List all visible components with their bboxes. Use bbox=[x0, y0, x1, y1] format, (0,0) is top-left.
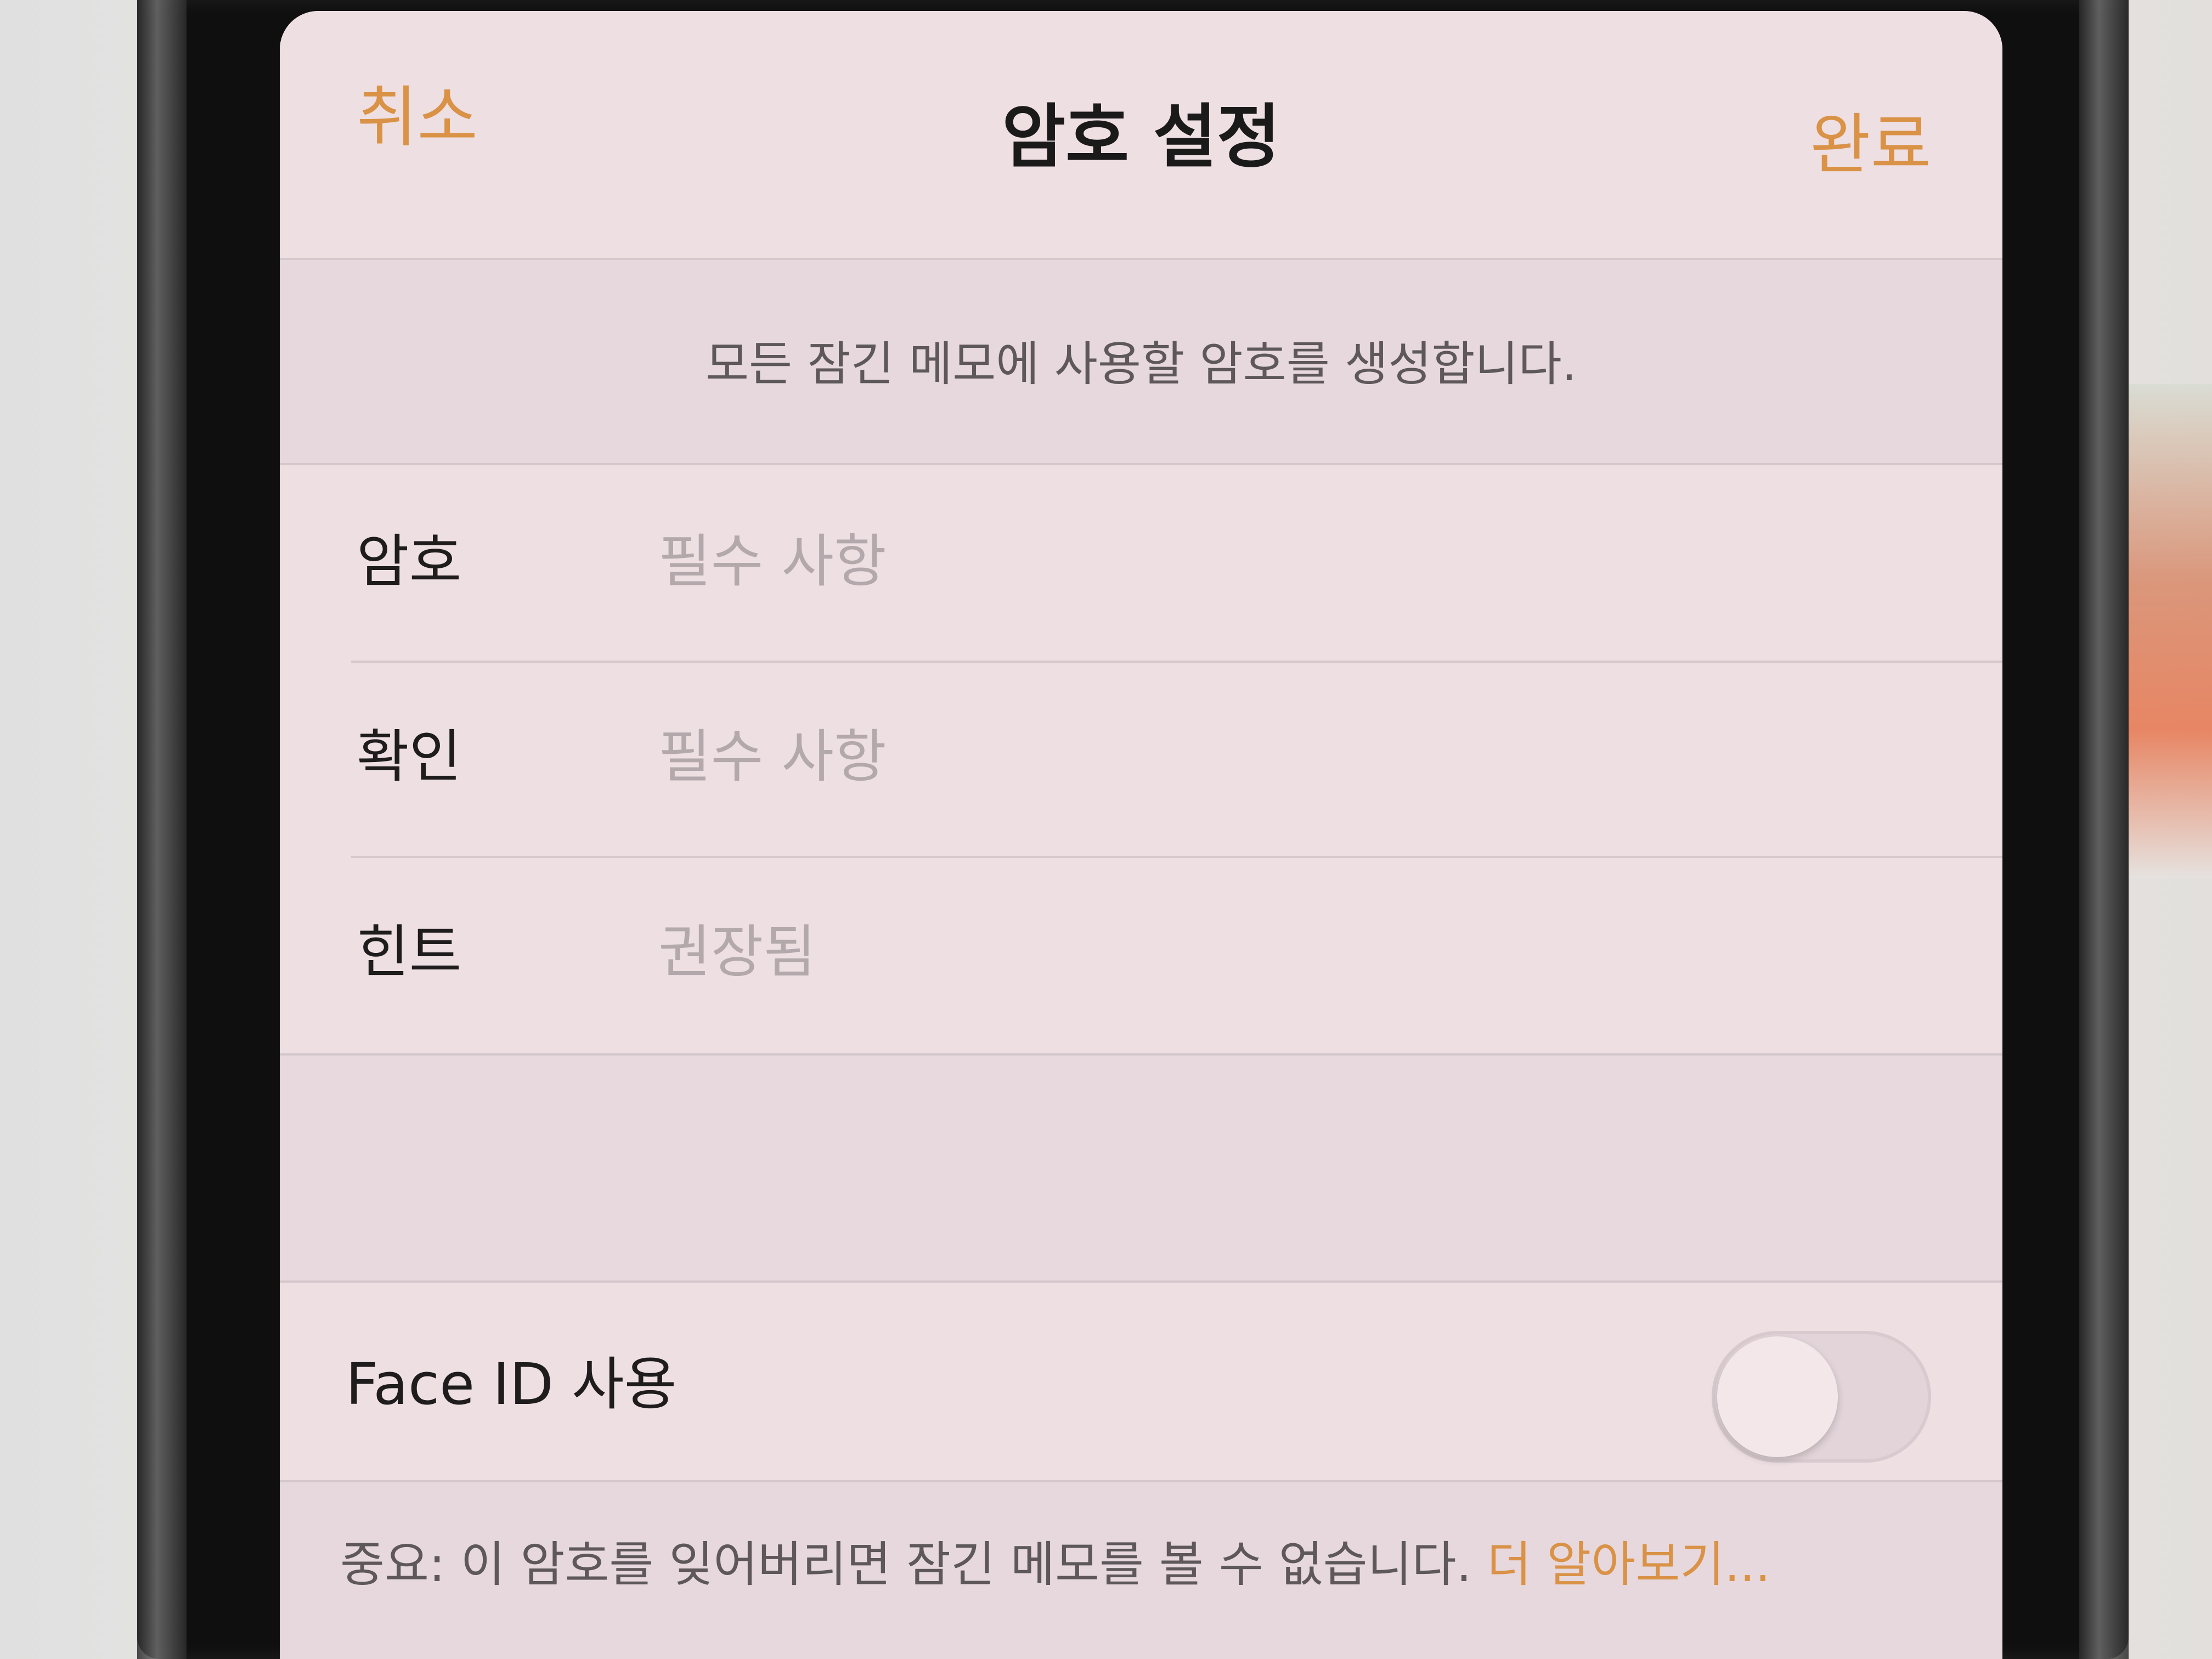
navigation-bar: 취소 암호 설정 완료 bbox=[280, 11, 2002, 260]
face-id-toggle[interactable] bbox=[1712, 1331, 1931, 1463]
description-text: 모든 잠긴 메모에 사용할 암호를 생성합니다. bbox=[705, 337, 1577, 392]
done-button[interactable]: 완료 bbox=[1810, 104, 1931, 187]
learn-more-link[interactable]: 더 알아보기... bbox=[1487, 1536, 1771, 1593]
verify-row: 확인 bbox=[280, 661, 2002, 856]
phone-case-right bbox=[2079, 0, 2129, 1659]
section-spacer bbox=[280, 1053, 2002, 1283]
background-object bbox=[2124, 384, 2212, 878]
footer-section: 중요: 이 암호를 잊어버리면 잠긴 메모를 볼 수 없습니다. 더 알아보기.… bbox=[280, 1482, 2002, 1659]
verify-field[interactable] bbox=[658, 713, 1920, 800]
password-field[interactable] bbox=[658, 517, 1920, 605]
page-title: 암호 설정 bbox=[1002, 97, 1280, 177]
set-password-sheet: 취소 암호 설정 완료 모든 잠긴 메모에 사용할 암호를 생성합니다. 암호 … bbox=[280, 11, 2002, 1659]
face-id-row: Face ID 사용 bbox=[280, 1283, 2002, 1482]
description-section: 모든 잠긴 메모에 사용할 암호를 생성합니다. bbox=[280, 260, 2002, 465]
phone-case-left bbox=[137, 0, 187, 1659]
footer-note: 중요: 이 암호를 잊어버리면 잠긴 메모를 볼 수 없습니다. 더 알아보기.… bbox=[340, 1526, 1770, 1603]
password-label: 암호 bbox=[357, 528, 462, 595]
warning-text: 중요: 이 암호를 잊어버리면 잠긴 메모를 볼 수 없습니다. bbox=[340, 1536, 1487, 1593]
verify-label: 확인 bbox=[357, 723, 462, 790]
password-row: 암호 bbox=[280, 465, 2002, 661]
password-form: 암호 확인 힌트 bbox=[280, 465, 2002, 1051]
hint-row: 힌트 bbox=[280, 856, 2002, 1051]
face-id-label: Face ID 사용 bbox=[346, 1351, 677, 1418]
toggle-knob bbox=[1717, 1336, 1838, 1457]
hint-label: 힌트 bbox=[357, 918, 462, 985]
hint-field[interactable] bbox=[658, 908, 1920, 996]
